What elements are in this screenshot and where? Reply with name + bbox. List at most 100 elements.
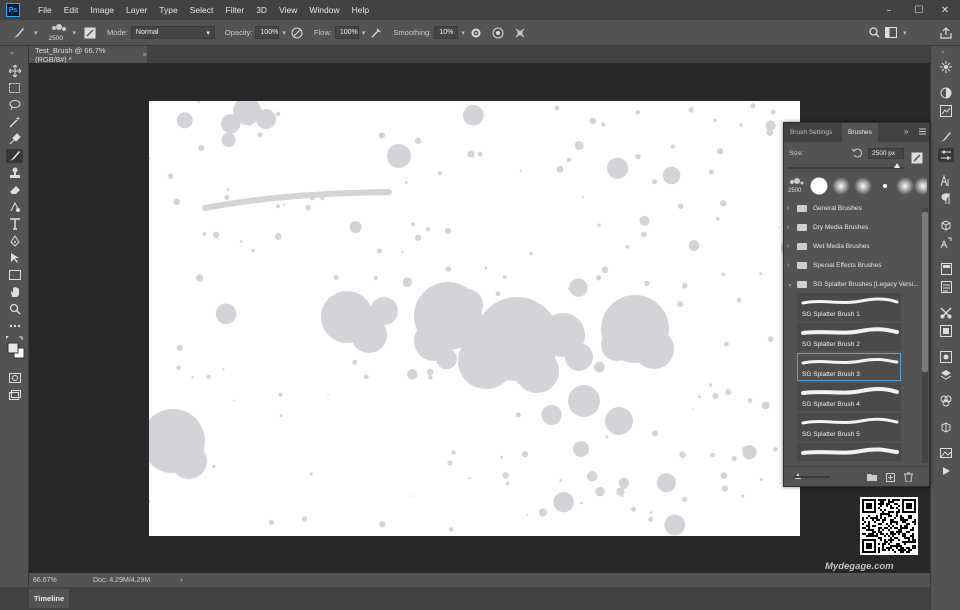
- brush-preset-item[interactable]: SG Splatter Brush 4: [797, 383, 901, 411]
- brush-tool-preset-icon[interactable]: [12, 26, 26, 40]
- brush-folder[interactable]: › Special Effects Brushes: [787, 256, 922, 274]
- reset-size-icon[interactable]: [851, 148, 862, 160]
- menu-3d[interactable]: 3D: [250, 5, 273, 15]
- brush-folder[interactable]: ⌄ SG Splatter Brushes [Legacy Versi...: [787, 275, 922, 293]
- rectangle-tool-icon[interactable]: [6, 268, 23, 282]
- smoothing-input[interactable]: 10%: [434, 26, 459, 39]
- chevron-down-icon[interactable]: ▾: [903, 29, 907, 37]
- history-icon[interactable]: [938, 324, 954, 338]
- panel-menu-icon[interactable]: [919, 128, 926, 137]
- size-slider[interactable]: [789, 163, 904, 169]
- stamp-tool-icon[interactable]: [6, 166, 23, 180]
- workspace-icon[interactable]: [885, 27, 897, 38]
- adjustments-icon[interactable]: [938, 104, 954, 118]
- mode-select[interactable]: Normal ▾: [130, 26, 215, 39]
- recent-brush-soft-round-4[interactable]: [913, 176, 933, 196]
- share-icon[interactable]: [940, 26, 952, 39]
- layers-icon[interactable]: [938, 368, 954, 382]
- brush-settings-toggle-icon[interactable]: [911, 152, 923, 166]
- brush-panel-icon[interactable]: [938, 130, 954, 144]
- panel-expand-icon[interactable]: »: [904, 127, 908, 136]
- menu-file[interactable]: File: [32, 5, 58, 15]
- recent-brush-soft-round[interactable]: [831, 176, 851, 196]
- move-tool-icon[interactable]: [6, 64, 23, 78]
- document-canvas[interactable]: [149, 101, 800, 536]
- chevron-right-icon[interactable]: ›: [787, 243, 795, 250]
- screen-mode-icon[interactable]: [6, 388, 23, 402]
- opacity-input[interactable]: 100%: [255, 26, 280, 39]
- chevron-down-icon[interactable]: ▾: [362, 29, 366, 37]
- brush-preset-item[interactable]: SG Splatter Brush 5: [797, 413, 901, 441]
- menu-select[interactable]: Select: [184, 5, 220, 15]
- path-selection-tool-icon[interactable]: [6, 251, 23, 265]
- magic-wand-tool-icon[interactable]: [6, 115, 23, 129]
- brush-preset-item[interactable]: SG Splatter Brush 6: [797, 443, 901, 461]
- menu-edit[interactable]: Edit: [58, 5, 85, 15]
- type-tool-icon[interactable]: [6, 217, 23, 231]
- hand-tool-icon[interactable]: [6, 285, 23, 299]
- quick-mask-icon[interactable]: [6, 371, 23, 385]
- dock-collapse-icon[interactable]: «: [941, 49, 945, 56]
- brush-folder[interactable]: › Wet Media Brushes: [787, 237, 922, 255]
- size-input[interactable]: 2500 px: [868, 148, 904, 159]
- recent-brush-soft-round-2[interactable]: [853, 176, 873, 196]
- eyedropper-tool-icon[interactable]: [6, 132, 23, 146]
- marquee-tool-icon[interactable]: [6, 81, 23, 95]
- brush-folder[interactable]: › Dry Media Brushes: [787, 218, 922, 236]
- gradient-tool-icon[interactable]: [6, 200, 23, 214]
- channels-icon[interactable]: [938, 394, 954, 408]
- pressure-opacity-icon[interactable]: [291, 27, 303, 39]
- status-menu-arrow[interactable]: ›: [180, 577, 182, 584]
- chevron-down-icon[interactable]: ▾: [461, 29, 465, 37]
- brush-settings-toggle-icon[interactable]: [84, 27, 96, 39]
- paths-icon[interactable]: [938, 420, 954, 434]
- menu-layer[interactable]: Layer: [120, 5, 153, 15]
- chevron-right-icon[interactable]: ›: [787, 262, 795, 269]
- recent-brush-soft-round-3[interactable]: [895, 176, 915, 196]
- brush-folder[interactable]: › General Brushes: [787, 199, 922, 217]
- color-panel-icon[interactable]: [938, 86, 954, 100]
- new-group-icon[interactable]: [866, 471, 878, 483]
- brush-size-picker[interactable]: 2500: [48, 23, 70, 43]
- chevron-down-icon[interactable]: ▾: [34, 29, 38, 37]
- brush-settings-icon[interactable]: [938, 148, 954, 162]
- lasso-tool-icon[interactable]: [6, 98, 23, 112]
- chevron-down-icon[interactable]: ⌄: [787, 280, 795, 288]
- recent-brush-small-dot[interactable]: [875, 176, 895, 196]
- image-panel-icon[interactable]: [938, 446, 954, 460]
- tool-presets-icon[interactable]: [938, 306, 954, 320]
- brush-preset-item[interactable]: SG Splatter Brush 1: [797, 293, 901, 321]
- minimize-button[interactable]: –: [874, 0, 904, 20]
- menu-filter[interactable]: Filter: [219, 5, 250, 15]
- brush-list-scrollbar[interactable]: [922, 208, 928, 463]
- more-tools-icon[interactable]: [6, 319, 23, 333]
- zoom-level[interactable]: 66.67%: [33, 577, 73, 584]
- flow-input[interactable]: 100%: [334, 26, 359, 39]
- close-button[interactable]: ✕: [930, 0, 960, 20]
- eraser-tool-icon[interactable]: [6, 183, 23, 197]
- document-tab[interactable]: Test_Brush @ 66.7% (RGB/8#) * ×: [29, 46, 147, 64]
- chevron-right-icon[interactable]: ›: [787, 224, 795, 231]
- color-swatches[interactable]: [5, 335, 25, 363]
- brush-tool-icon[interactable]: [6, 149, 23, 163]
- toolbar-collapse-icon[interactable]: »: [10, 50, 14, 57]
- gear-icon[interactable]: [470, 27, 482, 39]
- tab-brushes[interactable]: Brushes: [842, 123, 878, 142]
- new-brush-icon[interactable]: [884, 471, 896, 483]
- chevron-right-icon[interactable]: ›: [787, 205, 795, 212]
- play-icon[interactable]: [938, 464, 954, 478]
- brush-preset-item[interactable]: SG Splatter Brush 2: [797, 323, 901, 351]
- pressure-size-icon[interactable]: [492, 27, 504, 39]
- pen-tool-icon[interactable]: [6, 234, 23, 248]
- menu-image[interactable]: Image: [84, 5, 120, 15]
- airbrush-icon[interactable]: [370, 27, 382, 39]
- trash-icon[interactable]: [902, 471, 914, 483]
- recent-brush-splatter[interactable]: 2500: [787, 176, 807, 196]
- close-icon[interactable]: ×: [143, 50, 147, 59]
- scrollbar-thumb[interactable]: [922, 212, 928, 372]
- tab-brush-settings[interactable]: Brush Settings: [784, 123, 838, 142]
- menu-help[interactable]: Help: [346, 5, 375, 15]
- properties-icon[interactable]: [938, 280, 954, 294]
- zoom-tool-icon[interactable]: [6, 302, 23, 316]
- symmetry-icon[interactable]: [514, 27, 526, 39]
